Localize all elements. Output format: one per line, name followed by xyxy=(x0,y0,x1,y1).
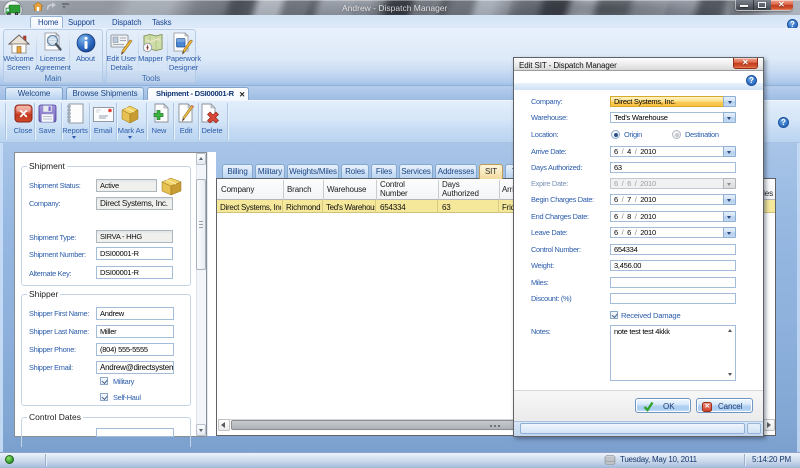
svg-text:✕: ✕ xyxy=(18,107,28,121)
